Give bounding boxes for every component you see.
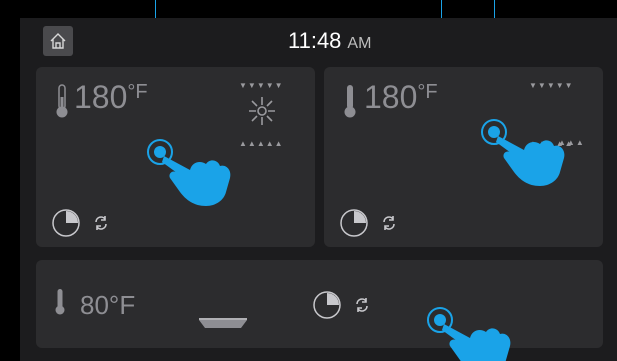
refresh-icon[interactable] [93,215,109,231]
tap-gesture-icon [147,139,231,206]
clock: 11:48 AM [288,28,371,54]
timer-icon[interactable] [51,208,81,238]
upper-left-temperature[interactable]: 180°F [74,79,148,116]
thermometer-icon [55,289,65,315]
upper-right-temperature[interactable]: 180°F [364,79,438,116]
tap-gesture-icon [427,307,511,361]
tap-gesture-icon [481,119,565,186]
thermometer-icon [344,85,356,118]
fan-icon [249,97,275,125]
clock-ampm: AM [347,35,372,52]
clock-time: 11:48 [288,28,342,53]
oven-control-screen: 11:48 AM 180°F ▼▼▼▼▼ ▲▲▲▲▲ 180°F ▼▼▼▼▼ 8… [20,18,617,361]
timer-icon[interactable] [339,208,369,238]
heat-arrows-down: ▼▼▼▼▼ [529,81,574,90]
fan-arrows-down: ▼▼▼▼▼ [239,81,284,90]
home-icon [50,33,66,49]
refresh-icon[interactable] [354,297,370,313]
warming-drawer-temperature[interactable]: 80°F [80,290,135,321]
heat-arrows-up-partial: ▲▲▲ [558,138,585,147]
timer-icon[interactable] [312,290,342,320]
thermometer-icon [56,84,68,118]
refresh-icon[interactable] [381,215,397,231]
home-button[interactable] [43,26,73,56]
fan-arrows-up: ▲▲▲▲▲ [239,139,284,148]
tray-icon [199,318,247,328]
